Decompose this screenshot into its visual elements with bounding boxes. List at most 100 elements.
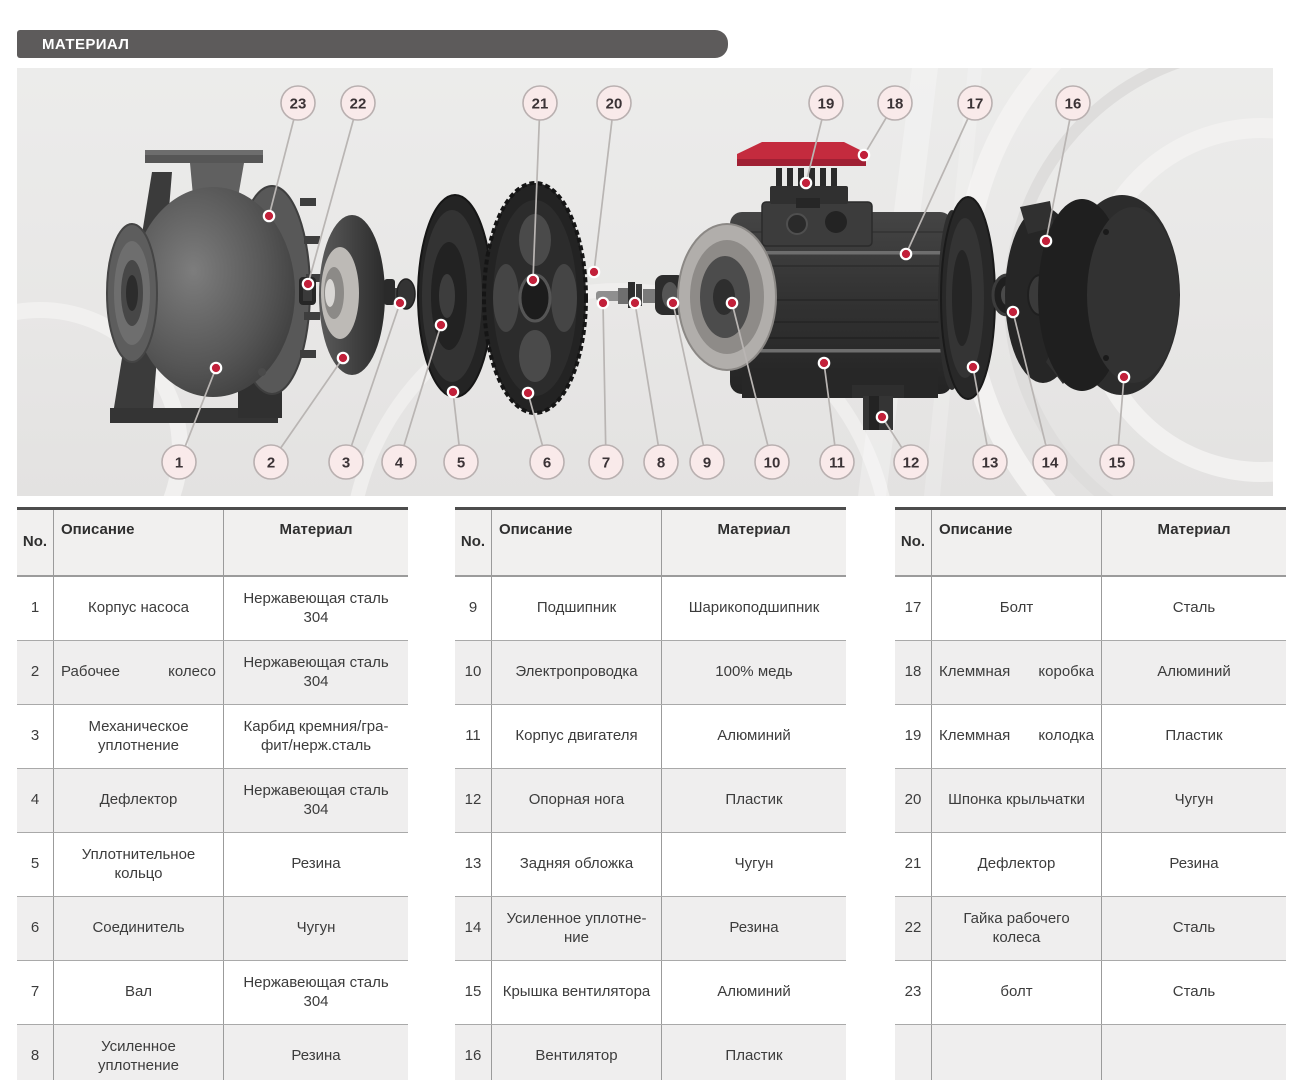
cell-number: 6 bbox=[17, 897, 53, 960]
callout-19: 19 bbox=[809, 86, 843, 120]
pump-casing bbox=[107, 150, 322, 423]
callout-9: 9 bbox=[690, 445, 724, 479]
callout-number: 6 bbox=[543, 455, 551, 472]
cell-material: Пластик bbox=[1101, 705, 1286, 768]
marker-dot bbox=[598, 298, 608, 308]
cell-material: Чугун bbox=[223, 897, 408, 960]
callout-5: 5 bbox=[444, 445, 478, 479]
marker-dot bbox=[968, 362, 978, 372]
callout-14: 14 bbox=[1033, 445, 1067, 479]
table-row: 22Гайка рабочего колесаСталь bbox=[895, 896, 1286, 960]
cell-number: 18 bbox=[895, 641, 931, 704]
leader-line bbox=[453, 392, 459, 445]
cell-material: Сталь bbox=[1101, 577, 1286, 640]
marker-dot bbox=[901, 249, 911, 259]
callout-number: 9 bbox=[703, 455, 711, 472]
marker-dot bbox=[448, 387, 458, 397]
cell-number: 1 bbox=[17, 577, 53, 640]
callout-3: 3 bbox=[329, 445, 363, 479]
callout-16: 16 bbox=[1056, 86, 1090, 120]
table-row: 15Крышка вентилятораАлюминий bbox=[455, 960, 846, 1024]
callout-11: 11 bbox=[820, 445, 854, 479]
table-row: 7ВалНержавеющая сталь 304 bbox=[17, 960, 408, 1024]
cell-description: Крышка вентилятора bbox=[491, 961, 661, 1024]
callout-21: 21 bbox=[523, 86, 557, 120]
cell-description: Механическое уплотнение bbox=[53, 705, 223, 768]
cell-material: Пластик bbox=[661, 1025, 846, 1080]
cell-material: Карбид кремния/гра- фит/нерж.сталь bbox=[223, 705, 408, 768]
table-row: 9ПодшипникШарикоподшипник bbox=[455, 575, 846, 640]
cell-number: 2 bbox=[17, 641, 53, 704]
callout-13: 13 bbox=[973, 445, 1007, 479]
cell-description: Шпонка крыльчатки bbox=[931, 769, 1101, 832]
callout-20: 20 bbox=[597, 86, 631, 120]
cell-description: Уплотнительное кольцо bbox=[53, 833, 223, 896]
cell-description: Болт bbox=[931, 577, 1101, 640]
material-table-3: No.ОписаниеМатериал17БолтСталь18Клеммная… bbox=[895, 507, 1286, 1080]
cell-material: Чугун bbox=[661, 833, 846, 896]
tie-rod-top bbox=[736, 251, 950, 255]
cell-material: Резина bbox=[223, 833, 408, 896]
marker-dot bbox=[1041, 236, 1051, 246]
terminal-box-cover bbox=[737, 142, 866, 166]
table-row: 12Опорная ногаПластик bbox=[455, 768, 846, 832]
section-header-bar: МАТЕРИАЛ bbox=[17, 30, 728, 58]
marker-dot bbox=[1119, 372, 1129, 382]
table-row: 19Клеммная колодкаПластик bbox=[895, 704, 1286, 768]
section-title: МАТЕРИАЛ bbox=[17, 36, 129, 53]
table-row: 13Задняя обложкаЧугун bbox=[455, 832, 846, 896]
fan-cover bbox=[1038, 195, 1180, 395]
material-table-1: No.ОписаниеМатериал1Корпус насосаНержаве… bbox=[17, 507, 408, 1080]
cell-number: 23 bbox=[895, 961, 931, 1024]
table-row bbox=[895, 1024, 1286, 1080]
marker-dot bbox=[727, 298, 737, 308]
cell-description: Электропроводка bbox=[491, 641, 661, 704]
marker-dot bbox=[264, 211, 274, 221]
callout-number: 11 bbox=[829, 455, 845, 472]
callout-number: 4 bbox=[395, 455, 404, 472]
table-row: 16ВентиляторПластик bbox=[455, 1024, 846, 1080]
table-row: 4ДефлекторНержавеющая сталь 304 bbox=[17, 768, 408, 832]
pump-exploded-diagram: 1234567891011121314151617181920212223 bbox=[17, 68, 1273, 496]
leader-line bbox=[603, 303, 606, 445]
marker-dot bbox=[1008, 307, 1018, 317]
cell-description: Корпус двигателя bbox=[491, 705, 661, 768]
cell-number: 21 bbox=[895, 833, 931, 896]
callout-number: 15 bbox=[1109, 455, 1126, 472]
cell-number: 13 bbox=[455, 833, 491, 896]
cell-material: Резина bbox=[1101, 833, 1286, 896]
marker-dot bbox=[211, 363, 221, 373]
callout-number: 12 bbox=[903, 455, 920, 472]
cell-material bbox=[1101, 1025, 1286, 1080]
cell-description: Рабочее колесо bbox=[53, 641, 223, 704]
table-row: 2Рабочее колесоНержавеющая сталь 304 bbox=[17, 640, 408, 704]
marker-dot bbox=[859, 150, 869, 160]
table-row: 20Шпонка крыльчаткиЧугун bbox=[895, 768, 1286, 832]
callout-8: 8 bbox=[644, 445, 678, 479]
cell-material: Резина bbox=[661, 897, 846, 960]
marker-dot bbox=[523, 388, 533, 398]
callout-6: 6 bbox=[530, 445, 564, 479]
cell-number: 9 bbox=[455, 577, 491, 640]
cell-description: Вал bbox=[53, 961, 223, 1024]
callout-number: 23 bbox=[290, 96, 307, 113]
marker-dot bbox=[528, 275, 538, 285]
callout-number: 1 bbox=[175, 455, 183, 472]
marker-dot bbox=[303, 279, 313, 289]
table-row: 18Клеммная коробкаАлюминий bbox=[895, 640, 1286, 704]
callout-1: 1 bbox=[162, 445, 196, 479]
marker-dot bbox=[338, 353, 348, 363]
callout-15: 15 bbox=[1100, 445, 1134, 479]
callout-number: 2 bbox=[267, 455, 275, 472]
callout-18: 18 bbox=[878, 86, 912, 120]
cell-material: Сталь bbox=[1101, 961, 1286, 1024]
marker-dot bbox=[668, 298, 678, 308]
callout-22: 22 bbox=[341, 86, 375, 120]
table-row: 14Усиленное уплотне- ниеРезина bbox=[455, 896, 846, 960]
callout-number: 13 bbox=[982, 455, 999, 472]
table-row: 6СоединительЧугун bbox=[17, 896, 408, 960]
cell-description: болт bbox=[931, 961, 1101, 1024]
material-table-2: No.ОписаниеМатериал9ПодшипникШарикоподши… bbox=[455, 507, 846, 1080]
callout-number: 7 bbox=[602, 455, 610, 472]
table-row: 10Электропроводка100% медь bbox=[455, 640, 846, 704]
